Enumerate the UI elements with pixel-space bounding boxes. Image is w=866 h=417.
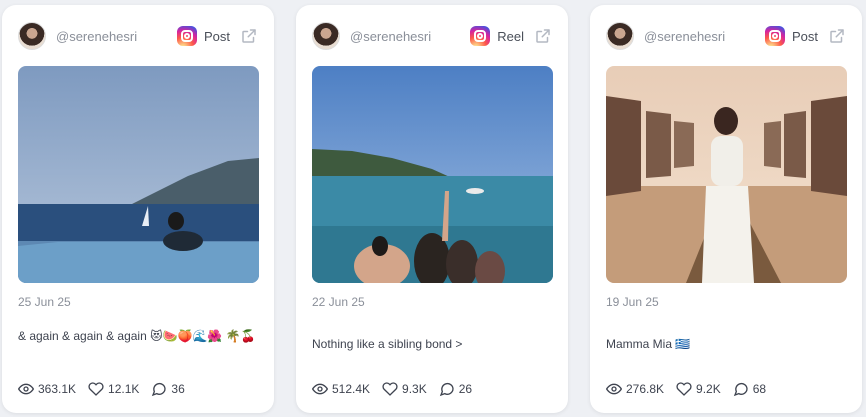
beach-cabanas-photo — [606, 66, 847, 283]
comments-count: 68 — [752, 382, 767, 396]
post-stats: 276.8K 9.2K 68 — [606, 381, 778, 397]
post-date: 19 Jun 25 — [606, 295, 659, 309]
post-image[interactable] — [18, 66, 259, 283]
account-handle[interactable]: @serenehesri — [644, 29, 765, 44]
instagram-icon — [764, 26, 785, 46]
instagram-icon — [176, 26, 197, 46]
avatar — [606, 22, 634, 50]
views-stat: 276.8K — [606, 381, 664, 397]
comment-icon — [152, 382, 167, 397]
post-type-label: Post — [203, 28, 230, 44]
post-card[interactable]: @serenehesri Post 19 Jun 25 Mamma Mia 🇬🇷… — [590, 5, 862, 413]
account-handle[interactable]: @serenehesri — [350, 29, 470, 44]
comment-icon — [439, 382, 454, 397]
post-image[interactable] — [606, 66, 847, 283]
instagram-icon — [470, 26, 491, 46]
views-count: 512.4K — [332, 382, 371, 396]
comment-icon — [733, 382, 748, 397]
card-header: @serenehesri Post — [606, 22, 846, 50]
external-link-icon[interactable] — [534, 27, 552, 45]
post-stats: 363.1K 12.1K 36 — [18, 381, 197, 397]
eye-icon — [606, 383, 622, 395]
heart-icon — [382, 382, 398, 396]
eye-icon — [312, 383, 328, 395]
post-caption: Mamma Mia 🇬🇷 — [606, 337, 691, 351]
card-header: @serenehesri Post — [18, 22, 258, 50]
comments-count: 36 — [171, 382, 185, 396]
post-card[interactable]: @serenehesri Reel 22 Jun 25 Nothing like… — [296, 5, 568, 413]
likes-stat: 12.1K — [88, 381, 139, 397]
post-card[interactable]: @serenehesri Post 25 Jun 25 & again & ag… — [2, 5, 274, 413]
comments-count: 26 — [458, 382, 473, 396]
likes-count: 9.3K — [402, 382, 427, 396]
views-count: 363.1K — [38, 382, 77, 396]
post-date: 25 Jun 25 — [18, 295, 71, 309]
post-image[interactable] — [312, 66, 553, 283]
likes-count: 9.2K — [696, 382, 721, 396]
views-stat: 363.1K — [18, 381, 76, 397]
post-type-label: Post — [791, 28, 818, 44]
external-link-icon[interactable] — [240, 27, 258, 45]
post-stats: 512.4K 9.3K 26 — [312, 381, 484, 397]
heart-icon — [676, 382, 692, 396]
likes-stat: 9.3K — [382, 381, 427, 397]
views-count: 276.8K — [626, 382, 665, 396]
post-date: 22 Jun 25 — [312, 295, 365, 309]
eye-icon — [18, 383, 34, 395]
heart-icon — [88, 382, 104, 396]
card-header: @serenehesri Reel — [312, 22, 552, 50]
comments-stat: 26 — [439, 381, 472, 397]
likes-stat: 9.2K — [676, 381, 721, 397]
pool-sea-photo — [18, 66, 259, 283]
boat-sea-photo — [312, 66, 553, 283]
external-link-icon[interactable] — [828, 27, 846, 45]
post-caption: Nothing like a sibling bond > — [312, 337, 463, 351]
post-caption: & again & again & again 😻🍉🍑🌊🌺 🌴🍒 — [18, 329, 256, 343]
avatar — [18, 22, 46, 50]
likes-count: 12.1K — [108, 382, 140, 396]
views-stat: 512.4K — [312, 381, 370, 397]
comments-stat: 68 — [733, 381, 766, 397]
comments-stat: 36 — [151, 381, 185, 397]
avatar — [312, 22, 340, 50]
account-handle[interactable]: @serenehesri — [56, 29, 177, 44]
post-type-label: Reel — [497, 28, 524, 44]
